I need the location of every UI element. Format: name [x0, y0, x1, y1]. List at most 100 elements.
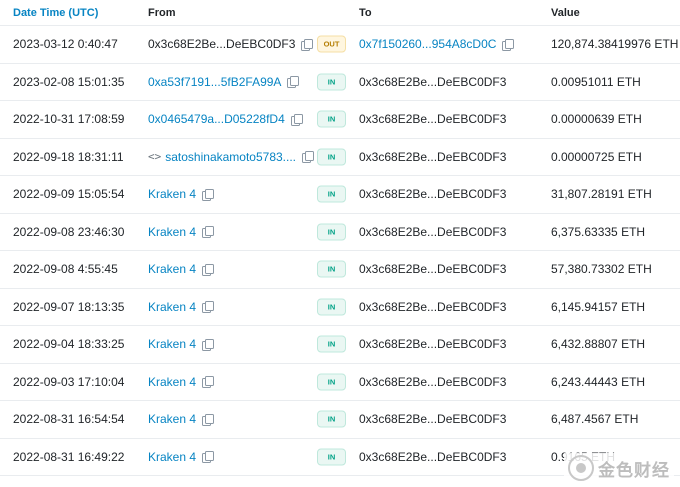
- direction-cell: IN: [317, 448, 346, 466]
- direction-cell: IN: [317, 185, 346, 203]
- value: 0.00951011 ETH: [551, 74, 641, 89]
- from-cell: 0x3c68E2Be...DeEBC0DF3: [148, 37, 314, 52]
- from-address[interactable]: 0x0465479a...D05228fD4: [148, 112, 285, 126]
- from-cell: <> satoshinakamoto5783....: [148, 150, 315, 164]
- copy-icon[interactable]: [290, 113, 303, 126]
- copy-icon[interactable]: [202, 263, 215, 276]
- to-cell: 0x3c68E2Be...DeEBC0DF3: [359, 412, 506, 426]
- table-row: 2022-09-03 17:10:04 Kraken 4 IN 0x3c68E2Be.…: [0, 364, 680, 401]
- table-row: 2022-09-18 18:31:11 <> satoshinakamoto5783…: [0, 139, 680, 176]
- from-address[interactable]: Kraken 4: [148, 187, 196, 201]
- direction-badge: IN: [317, 373, 346, 391]
- to-address: 0x3c68E2Be...DeEBC0DF3: [359, 337, 507, 352]
- to-cell: 0x3c68E2Be...DeEBC0DF3: [359, 450, 506, 464]
- from-cell: Kraken 4: [148, 225, 215, 239]
- direction-badge: IN: [317, 110, 346, 128]
- date-time: 2022-09-04 18:33:25: [13, 337, 125, 352]
- from-cell: 0xa53f7191...5fB2FA99A: [148, 75, 300, 89]
- direction-cell: IN: [317, 410, 346, 428]
- header-from: From: [148, 6, 176, 19]
- value: 6,432.88807 ETH: [551, 337, 646, 352]
- date-time: 2023-03-12 0:40:47: [13, 37, 118, 52]
- to-cell: 0x3c68E2Be...DeEBC0DF3: [359, 187, 506, 201]
- copy-icon[interactable]: [502, 38, 515, 51]
- table-row: 2022-09-04 18:33:25 Kraken 4 IN 0x3c68E2Be.…: [0, 326, 680, 364]
- to-address: 0x3c68E2Be...DeEBC0DF3: [359, 449, 507, 464]
- copy-icon[interactable]: [202, 226, 215, 239]
- direction-cell: IN: [317, 298, 346, 316]
- copy-icon[interactable]: [202, 301, 215, 314]
- to-cell: 0x3c68E2Be...DeEBC0DF3: [359, 112, 506, 126]
- direction-badge: IN: [317, 335, 346, 353]
- to-address: 0x3c68E2Be...DeEBC0DF3: [359, 224, 507, 239]
- from-address[interactable]: Kraken 4: [148, 300, 196, 314]
- date-time: 2022-10-31 17:08:59: [13, 112, 125, 127]
- copy-icon[interactable]: [202, 376, 215, 389]
- from-address[interactable]: Kraken 4: [148, 225, 196, 239]
- to-cell: 0x3c68E2Be...DeEBC0DF3: [359, 75, 506, 89]
- from-address[interactable]: 0xa53f7191...5fB2FA99A: [148, 75, 281, 89]
- from-cell: Kraken 4: [148, 412, 215, 426]
- direction-badge: IN: [317, 410, 346, 428]
- from-address[interactable]: Kraken 4: [148, 412, 196, 426]
- to-address: 0x3c68E2Be...DeEBC0DF3: [359, 262, 507, 277]
- direction-badge: IN: [317, 185, 346, 203]
- from-address[interactable]: Kraken 4: [148, 375, 196, 389]
- from-address[interactable]: satoshinakamoto5783....: [165, 150, 296, 164]
- date-time: 2022-09-07 18:13:35: [13, 299, 125, 314]
- to-cell: 0x3c68E2Be...DeEBC0DF3: [359, 300, 506, 314]
- date-time: 2022-08-31 16:49:22: [13, 449, 125, 464]
- direction-cell: IN: [317, 335, 346, 353]
- table-body: 2023-03-12 0:40:47 0x3c68E2Be...DeEBC0DF3…: [0, 26, 680, 476]
- header-date-time[interactable]: Date Time (UTC): [13, 7, 98, 19]
- copy-icon[interactable]: [301, 38, 314, 51]
- copy-icon[interactable]: [202, 413, 215, 426]
- to-cell: 0x3c68E2Be...DeEBC0DF3: [359, 337, 506, 351]
- copy-icon[interactable]: [287, 76, 300, 89]
- to-cell: 0x3c68E2Be...DeEBC0DF3: [359, 150, 506, 164]
- from-cell: Kraken 4: [148, 337, 215, 351]
- from-cell: Kraken 4: [148, 300, 215, 314]
- copy-icon[interactable]: [302, 151, 315, 164]
- value: 6,375.63335 ETH: [551, 224, 646, 239]
- direction-cell: IN: [317, 110, 346, 128]
- value: 6,145.94157 ETH: [551, 299, 646, 314]
- table-row: 2022-08-31 16:54:54 Kraken 4 IN 0x3c68E2Be.…: [0, 401, 680, 439]
- from-cell: Kraken 4: [148, 450, 215, 464]
- direction-cell: OUT: [317, 35, 346, 53]
- watermark: 金色财经: [564, 453, 674, 483]
- to-cell: 0x3c68E2Be...DeEBC0DF3: [359, 375, 506, 389]
- direction-badge: IN: [317, 73, 346, 91]
- copy-icon[interactable]: [202, 188, 215, 201]
- from-address[interactable]: Kraken 4: [148, 337, 196, 351]
- from-cell: Kraken 4: [148, 375, 215, 389]
- date-time: 2022-08-31 16:54:54: [13, 412, 125, 427]
- transactions-table: Date Time (UTC) From To Value 2023-03-12…: [0, 0, 680, 476]
- table-row: 2022-09-09 15:05:54 Kraken 4 IN 0x3c68E2Be.…: [0, 176, 680, 214]
- value: 6,243.44443 ETH: [551, 374, 646, 389]
- table-row: 2022-09-07 18:13:35 Kraken 4 IN 0x3c68E2Be.…: [0, 289, 680, 326]
- from-address[interactable]: Kraken 4: [148, 262, 196, 276]
- table-header: Date Time (UTC) From To Value: [0, 0, 680, 26]
- copy-icon[interactable]: [202, 338, 215, 351]
- to-cell: 0x3c68E2Be...DeEBC0DF3: [359, 225, 506, 239]
- from-address: 0x3c68E2Be...DeEBC0DF3: [148, 37, 296, 52]
- table-row: 2022-10-31 17:08:59 0x0465479a...D05228fD…: [0, 101, 680, 139]
- header-to: To: [359, 6, 372, 19]
- value: 120,874.38419976 ETH: [551, 37, 679, 52]
- to-cell: 0x7f150260...954A8cD0C: [359, 37, 515, 51]
- to-address: 0x3c68E2Be...DeEBC0DF3: [359, 149, 507, 164]
- value: 57,380.73302 ETH: [551, 262, 652, 277]
- direction-cell: IN: [317, 73, 346, 91]
- to-address: 0x3c68E2Be...DeEBC0DF3: [359, 374, 507, 389]
- from-address[interactable]: Kraken 4: [148, 450, 196, 464]
- direction-badge: IN: [317, 223, 346, 241]
- copy-icon[interactable]: [202, 451, 215, 464]
- table-row: 2022-09-08 23:46:30 Kraken 4 IN 0x3c68E2Be.…: [0, 214, 680, 251]
- to-address: 0x3c68E2Be...DeEBC0DF3: [359, 74, 507, 89]
- to-address[interactable]: 0x7f150260...954A8cD0C: [359, 37, 496, 51]
- date-time: 2022-09-03 17:10:04: [13, 374, 125, 389]
- date-time: 2022-09-08 23:46:30: [13, 224, 125, 239]
- direction-badge: IN: [317, 148, 346, 166]
- watermark-text: 金色财经: [598, 460, 670, 480]
